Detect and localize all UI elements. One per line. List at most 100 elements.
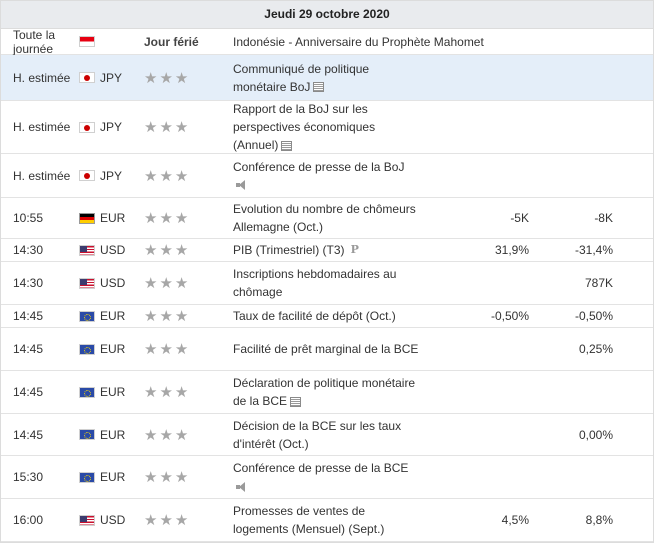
event-forecast: -8K xyxy=(594,211,613,225)
event-title-cell[interactable]: Rapport de la BoJ sur les perspectives é… xyxy=(233,101,419,153)
event-currency: JPY xyxy=(100,120,123,134)
importance-star-icon: ★ xyxy=(144,341,158,358)
economic-calendar: Jeudi 29 octobre 2020 Toute la journée J… xyxy=(0,0,654,543)
importance-star-icon: ★ xyxy=(159,275,173,292)
event-title[interactable]: Communiqué de politique monétaire BoJ xyxy=(233,62,369,94)
event-time: 14:30 xyxy=(13,276,44,290)
event-row[interactable]: 14:45 EUR ★ ★ ★ Taux de facilité de dépôt (Oc… xyxy=(1,305,653,328)
importance-stars: ★ ★ ★ xyxy=(144,456,202,498)
event-actual xyxy=(431,371,529,413)
importance-star-icon: ★ xyxy=(144,384,158,401)
event-row[interactable]: 14:30 USD ★ ★ ★ Inscriptions hebdomadaires au… xyxy=(1,262,653,305)
importance-stars: ★ ★ ★ xyxy=(144,262,202,304)
event-title[interactable]: Rapport de la BoJ sur les perspectives é… xyxy=(233,102,375,152)
indonesia-flag-icon xyxy=(79,36,95,47)
event-row[interactable]: H. estimée JPY ★ ★ ★ Rapport de la BoJ sur le… xyxy=(1,101,653,154)
speaker-icon[interactable] xyxy=(236,180,248,191)
holiday-time: Toute la journée xyxy=(13,27,56,56)
importance-star-icon: ★ xyxy=(174,384,189,401)
importance-star-icon: ★ xyxy=(159,210,173,227)
event-title-cell[interactable]: Conférence de presse de la BCE xyxy=(233,456,419,498)
event-title[interactable]: Evolution du nombre de chômeurs Allemagn… xyxy=(233,202,416,234)
event-actual xyxy=(431,328,529,370)
document-icon[interactable] xyxy=(281,140,293,151)
event-row[interactable]: H. estimée JPY ★ ★ ★ Communiqué de politique … xyxy=(1,55,653,101)
event-row[interactable]: 10:55 EUR ★ ★ ★ Evolution du nombre de chômeu… xyxy=(1,198,653,239)
event-time: H. estimée xyxy=(13,70,71,85)
event-title-cell[interactable]: Décision de la BCE sur les taux d'intérê… xyxy=(233,414,419,455)
importance-star-icon: ★ xyxy=(159,384,173,401)
event-title[interactable]: Promesses de ventes de logements (Mensue… xyxy=(233,504,384,536)
event-title-cell[interactable]: Conférence de presse de la BoJ xyxy=(233,154,419,197)
event-title-cell[interactable]: Déclaration de politique monétaire de la… xyxy=(233,371,419,413)
germany-flag-icon xyxy=(79,212,95,224)
importance-star-icon: ★ xyxy=(174,341,189,358)
importance-star-icon: ★ xyxy=(174,275,189,292)
event-forecast: -0,50% xyxy=(574,309,613,323)
importance-star-icon: ★ xyxy=(159,341,173,358)
japan-flag-icon xyxy=(79,170,95,181)
importance-star-icon: ★ xyxy=(174,69,189,87)
event-title[interactable]: Inscriptions hebdomadaires au chômage xyxy=(233,267,396,299)
importance-star-icon: ★ xyxy=(144,469,158,486)
document-icon[interactable] xyxy=(290,396,302,407)
event-actual xyxy=(431,414,529,455)
importance-stars: ★ ★ ★ xyxy=(144,414,202,455)
event-title[interactable]: Conférence de presse de la BoJ xyxy=(233,160,404,174)
event-title-cell[interactable]: Taux de facilité de dépôt (Oct.) xyxy=(233,305,419,327)
usa-flag-icon xyxy=(79,244,95,256)
event-title-cell[interactable]: Inscriptions hebdomadaires au chômage xyxy=(233,262,419,304)
event-title-cell[interactable]: PIB (Trimestriel) (T3) P xyxy=(233,239,419,261)
japan-flag-icon xyxy=(79,72,95,83)
importance-star-icon: ★ xyxy=(159,119,173,136)
speaker-icon[interactable] xyxy=(236,481,248,492)
importance-star-icon: ★ xyxy=(159,469,173,486)
importance-stars: ★ ★ ★ xyxy=(144,499,202,541)
document-icon[interactable] xyxy=(313,82,325,93)
event-actual: 31,9% xyxy=(494,243,529,257)
importance-stars: ★ ★ ★ xyxy=(144,305,202,327)
event-time: 10:55 xyxy=(13,211,44,225)
event-row[interactable]: 14:45 EUR ★ ★ ★ Décision de la BCE sur les ta… xyxy=(1,414,653,456)
event-title[interactable]: Facilité de prêt marginal de la BCE xyxy=(233,342,418,356)
importance-star-icon: ★ xyxy=(174,426,189,444)
event-time: 14:45 xyxy=(13,427,44,442)
event-currency: EUR xyxy=(100,470,126,484)
event-time: 14:45 xyxy=(13,385,44,399)
event-title-cell[interactable]: Facilité de prêt marginal de la BCE xyxy=(233,328,419,370)
event-row[interactable]: 14:30 USD ★ ★ ★ PIB (Trimestriel) (T3) P 31,9% -… xyxy=(1,239,653,262)
eu-flag-icon xyxy=(79,386,95,398)
event-currency: EUR xyxy=(100,427,126,442)
importance-star-icon: ★ xyxy=(174,242,189,259)
usa-flag-icon xyxy=(79,514,95,526)
event-title-cell[interactable]: Evolution du nombre de chômeurs Allemagn… xyxy=(233,198,419,238)
event-time: 15:30 xyxy=(13,470,44,484)
importance-star-icon: ★ xyxy=(144,119,158,136)
importance-star-icon: ★ xyxy=(174,167,189,185)
importance-stars: ★ ★ ★ xyxy=(144,154,202,197)
event-row[interactable]: 15:30 EUR ★ ★ ★ Conférence de presse de la BC… xyxy=(1,456,653,499)
event-title[interactable]: Conférence de presse de la BCE xyxy=(233,461,408,475)
importance-star-icon: ★ xyxy=(159,242,173,259)
event-title[interactable]: Déclaration de politique monétaire de la… xyxy=(233,376,415,408)
event-row[interactable]: 14:45 EUR ★ ★ ★ Déclaration de politique moné… xyxy=(1,371,653,414)
eu-flag-icon xyxy=(79,429,95,440)
event-row[interactable]: 16:00 USD ★ ★ ★ Promesses de ventes de logeme… xyxy=(1,499,653,542)
event-title[interactable]: Taux de facilité de dépôt (Oct.) xyxy=(233,309,396,323)
event-title-cell[interactable]: Promesses de ventes de logements (Mensue… xyxy=(233,499,419,541)
event-row[interactable]: H. estimée JPY ★ ★ ★ Conférence de presse de … xyxy=(1,154,653,198)
importance-star-icon: ★ xyxy=(144,210,158,227)
event-row[interactable]: 14:45 EUR ★ ★ ★ Facilité de prêt marginal de … xyxy=(1,328,653,371)
event-actual: -5K xyxy=(510,211,529,225)
event-forecast xyxy=(533,154,613,197)
event-title[interactable]: PIB (Trimestriel) (T3) xyxy=(233,243,345,257)
event-forecast xyxy=(533,101,613,153)
importance-star-icon: ★ xyxy=(144,512,158,529)
event-currency: EUR xyxy=(100,309,126,323)
importance-star-icon: ★ xyxy=(174,308,189,325)
importance-star-icon: ★ xyxy=(159,426,173,444)
event-title-cell[interactable]: Communiqué de politique monétaire BoJ xyxy=(233,55,419,100)
event-title[interactable]: Décision de la BCE sur les taux d'intérê… xyxy=(233,419,401,451)
importance-star-icon: ★ xyxy=(144,426,158,444)
importance-star-icon: ★ xyxy=(159,69,173,87)
